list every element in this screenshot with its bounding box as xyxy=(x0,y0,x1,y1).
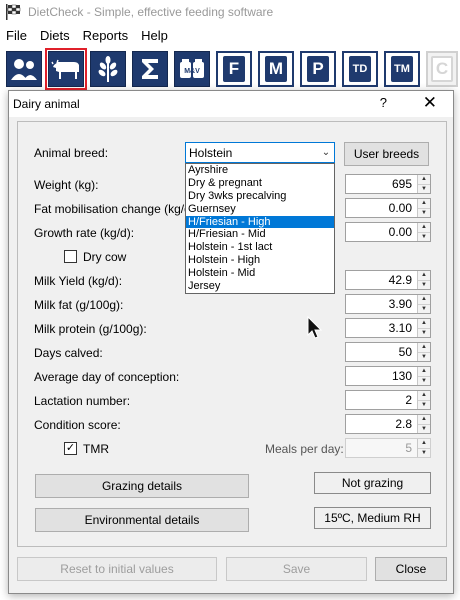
m-button[interactable]: M xyxy=(258,51,294,87)
breed-option[interactable]: Guernsey xyxy=(186,203,334,216)
milk-fat-spinner[interactable]: ▲ ▼ xyxy=(417,295,430,313)
breed-option[interactable]: Holstein - Mid xyxy=(186,267,334,280)
menu-reports[interactable]: Reports xyxy=(83,28,129,43)
sigma-icon xyxy=(142,59,158,79)
meals-per-day-label: Meals per day: xyxy=(265,442,344,456)
minerals-vitamins-icon: M&V xyxy=(180,59,204,78)
toolbar: M&V F M P TD TM C xyxy=(0,47,460,93)
tm-button[interactable]: TM xyxy=(384,51,420,87)
environmental-details-button[interactable]: Environmental details xyxy=(35,508,249,532)
lactation-field[interactable]: 2 ▲ ▼ xyxy=(345,390,431,410)
c-button: C xyxy=(426,51,458,87)
cow-icon xyxy=(51,59,79,79)
days-calved-spinner[interactable]: ▲ ▼ xyxy=(417,343,430,361)
milk-protein-field[interactable]: 3.10 ▲ ▼ xyxy=(345,318,431,338)
td-button[interactable]: TD xyxy=(342,51,378,87)
milk-fat-field[interactable]: 3.90 ▲ ▼ xyxy=(345,294,431,314)
crops-button[interactable] xyxy=(90,51,126,87)
milk-yield-spinner[interactable]: ▲ ▼ xyxy=(417,271,430,289)
dry-cow-label: Dry cow xyxy=(83,250,127,264)
breed-dropdown-list: Ayrshire Dry & pregnant Dry 3wks precalv… xyxy=(185,163,335,294)
milk-fat-label: Milk fat (g/100g): xyxy=(34,298,124,312)
f-button[interactable]: F xyxy=(216,51,252,87)
breed-option[interactable]: Ayrshire xyxy=(186,164,334,177)
app-title: DietCheck - Simple, effective feeding so… xyxy=(28,5,274,19)
breed-option[interactable]: Holstein - 1st lact xyxy=(186,241,334,254)
breed-select[interactable]: Holstein ⌄ xyxy=(185,142,335,163)
condition-score-field[interactable]: 2.8 ▲ ▼ xyxy=(345,414,431,434)
checkered-flag-icon xyxy=(6,4,21,20)
environment-status: 15ºC, Medium RH xyxy=(314,507,431,529)
letter-m-icon: M xyxy=(265,56,287,82)
growth-rate-label: Growth rate (kg/d): xyxy=(34,226,135,240)
grazing-details-button[interactable]: Grazing details xyxy=(35,474,249,498)
menu-help[interactable]: Help xyxy=(141,28,168,43)
meals-per-day-spinner: ▲ ▼ xyxy=(417,439,430,457)
help-icon[interactable]: ? xyxy=(380,95,387,110)
days-calved-field[interactable]: 50 ▲ ▼ xyxy=(345,342,431,362)
save-button: Save xyxy=(226,557,367,581)
lactation-spinner[interactable]: ▲ ▼ xyxy=(417,391,430,409)
reset-button: Reset to initial values xyxy=(17,557,217,581)
users-icon xyxy=(11,59,37,80)
app-titlebar: DietCheck - Simple, effective feeding so… xyxy=(0,0,460,24)
letter-c-icon: C xyxy=(431,56,453,82)
breed-option[interactable]: Jersey xyxy=(186,280,334,293)
menu-file[interactable]: File xyxy=(6,28,27,43)
dialog-title: Dairy animal xyxy=(13,97,80,111)
tmr-label: TMR xyxy=(83,442,109,456)
milk-yield-field[interactable]: 42.9 ▲ ▼ xyxy=(345,270,431,290)
dialog-body: Animal breed: User breeds Weight (kg): 6… xyxy=(17,121,447,547)
dairy-animal-dialog: Dairy animal ? ✕ Animal breed: User bree… xyxy=(8,90,454,594)
letter-p-icon: P xyxy=(307,56,329,82)
menu-diets[interactable]: Diets xyxy=(40,28,70,43)
weight-field[interactable]: 695 ▲ ▼ xyxy=(345,174,431,194)
lactation-label: Lactation number: xyxy=(34,394,131,408)
letter-tm-icon: TM xyxy=(391,56,413,82)
mouse-cursor-icon xyxy=(307,316,323,339)
fat-mobilisation-label: Fat mobilisation change (kg/d): xyxy=(34,202,199,216)
milk-yield-label: Milk Yield (kg/d): xyxy=(34,274,123,288)
letter-f-icon: F xyxy=(223,56,245,82)
grazing-status: Not grazing xyxy=(314,472,431,494)
minerals-vitamins-button[interactable]: M&V xyxy=(174,51,210,87)
weight-spinner[interactable]: ▲ ▼ xyxy=(417,175,430,193)
growth-rate-field[interactable]: 0.00 ▲ ▼ xyxy=(345,222,431,242)
conception-spinner[interactable]: ▲ ▼ xyxy=(417,367,430,385)
dialog-titlebar: Dairy animal ? ✕ xyxy=(9,91,453,117)
breed-label: Animal breed: xyxy=(34,146,109,160)
users-button[interactable] xyxy=(6,51,42,87)
milk-protein-label: Milk protein (g/100g): xyxy=(34,322,147,336)
fat-mobilisation-field[interactable]: 0.00 ▲ ▼ xyxy=(345,198,431,218)
crop-icon xyxy=(98,56,118,82)
conception-field[interactable]: 130 ▲ ▼ xyxy=(345,366,431,386)
condition-score-label: Condition score: xyxy=(34,418,121,432)
breed-option[interactable]: Dry & pregnant xyxy=(186,177,334,190)
meals-per-day-field: 5 ▲ ▼ xyxy=(345,438,431,458)
user-breeds-button[interactable]: User breeds xyxy=(344,142,429,166)
chevron-down-icon: ⌄ xyxy=(321,147,331,158)
condition-score-spinner[interactable]: ▲ ▼ xyxy=(417,415,430,433)
fat-mobilisation-spinner[interactable]: ▲ ▼ xyxy=(417,199,430,217)
milk-protein-spinner[interactable]: ▲ ▼ xyxy=(417,319,430,337)
close-button[interactable]: Close xyxy=(375,557,447,581)
breed-option[interactable]: H/Friesian - Mid xyxy=(186,228,334,241)
menubar: File Diets Reports Help xyxy=(0,24,460,46)
dairy-animal-button[interactable] xyxy=(45,48,87,90)
close-icon[interactable]: ✕ xyxy=(423,93,437,113)
breed-option-highlighted[interactable]: H/Friesian - High xyxy=(186,215,334,229)
svg-text:M&V: M&V xyxy=(184,68,200,75)
dry-cow-checkbox[interactable] xyxy=(64,250,77,263)
p-button[interactable]: P xyxy=(300,51,336,87)
days-calved-label: Days calved: xyxy=(34,346,103,360)
tmr-checkbox[interactable]: ✓ xyxy=(64,442,77,455)
letter-td-icon: TD xyxy=(349,56,371,82)
breed-option[interactable]: Holstein - High xyxy=(186,254,334,267)
breed-option[interactable]: Dry 3wks precalving xyxy=(186,190,334,203)
summary-button[interactable] xyxy=(132,51,168,87)
growth-rate-spinner[interactable]: ▲ ▼ xyxy=(417,223,430,241)
conception-label: Average day of conception: xyxy=(34,370,180,384)
weight-label: Weight (kg): xyxy=(34,178,99,192)
